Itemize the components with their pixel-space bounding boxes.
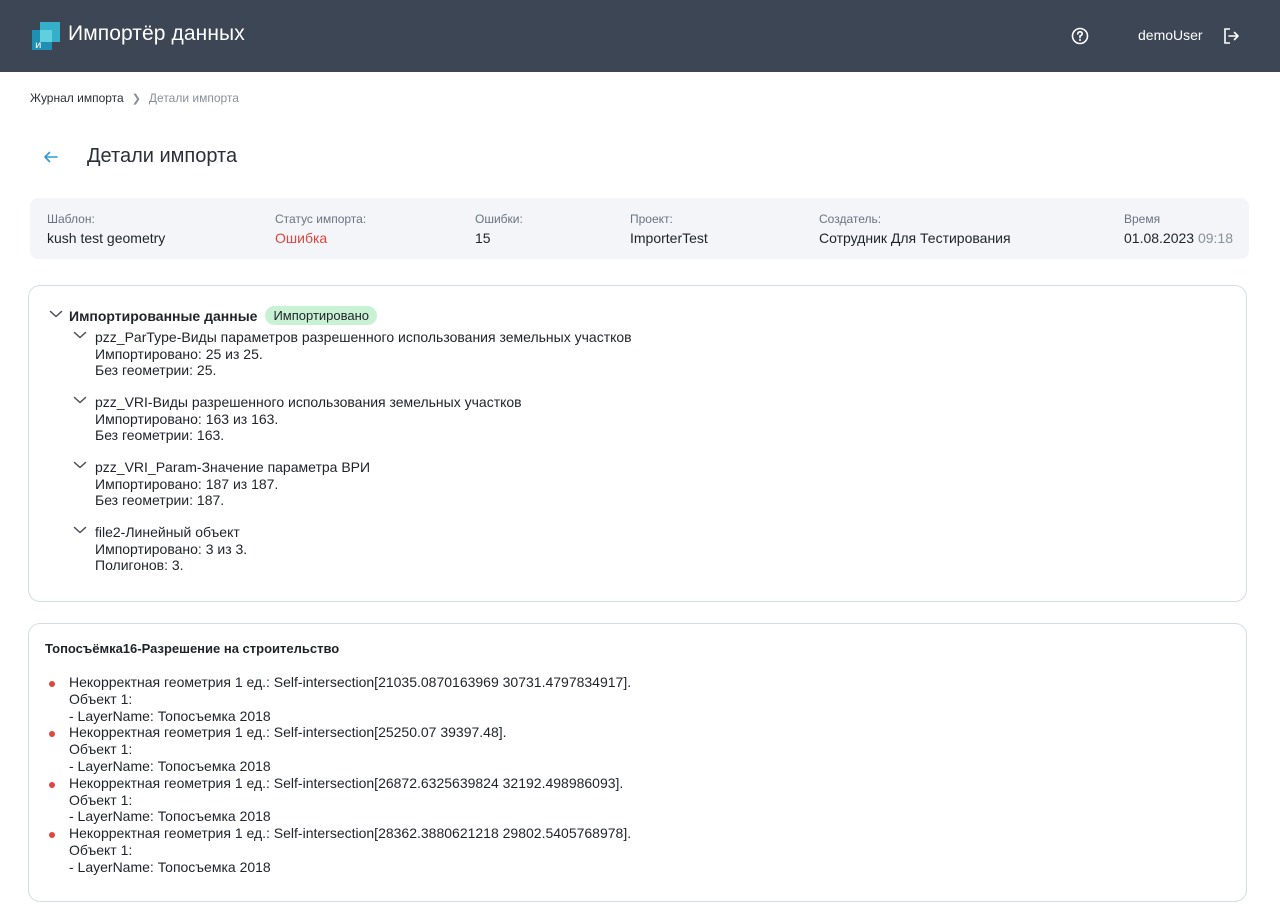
import-group-title: pzz_ParType-Виды параметров разрешенного… [95,329,632,345]
import-errors-card: Топосъёмка16-Разрешение на строительство… [28,623,1247,902]
errors-card-title: Топосъёмка16-Разрешение на строительство [45,641,340,656]
page-title: Детали импорта [87,145,238,167]
errors-field: Ошибки: 15 [475,212,523,246]
error-message: Некорректная геометрия 1 ед.: Self-inter… [69,825,632,842]
error-message: Некорректная геометрия 1 ед.: Self-inter… [69,774,624,791]
creator-label: Создатель: [819,212,882,226]
error-layer: - LayerName: Топосъемка 2018 [69,858,271,875]
error-object: Объект 1: [69,690,133,707]
error-layer: - LayerName: Топосъемка 2018 [69,808,271,825]
error-object: Объект 1: [69,741,133,758]
time-date: 01.08.2023 [1124,230,1195,246]
creator-field: Создатель: Сотрудник Для Тестирования [819,212,1011,246]
import-group-geometry: Без геометрии: 163. [95,427,225,443]
project-field: Проект: ImporterTest [630,212,708,246]
error-message: Некорректная геометрия 1 ед.: Self-inter… [69,724,507,741]
import-group-imported: Импортировано: 187 из 187. [95,475,279,492]
breadcrumb-current: Детали импорта [148,91,239,105]
import-group-imported: Импортировано: 163 из 163. [95,410,279,427]
import-group-geometry: Без геометрии: 187. [95,492,225,508]
import-group-title: pzz_VRI_Param-Значение параметра ВРИ [95,459,371,475]
time-label: Время [1124,212,1161,226]
error-layer: - LayerName: Топосъемка 2018 [69,757,271,774]
chevron-down-icon[interactable] [73,395,87,405]
logout-icon[interactable] [1222,27,1240,45]
error-item: Некорректная геометрия 1 ед.: Self-inter… [48,674,632,724]
import-group: pzz_ParType-Виды параметров разрешенного… [95,329,632,379]
imported-title: Импортированные данные [69,307,258,324]
import-group: file2-Линейный объект Импортировано: 3 и… [95,524,247,574]
template-value: kush test geometry [47,230,166,246]
error-message: Некорректная геометрия 1 ед.: Self-inter… [69,674,632,690]
project-value: ImporterTest [630,230,708,246]
question-circle-icon[interactable] [1071,27,1089,45]
template-field: Шаблон: kush test geometry [47,212,165,246]
error-layer: - LayerName: Топосъемка 2018 [69,707,271,724]
chevron-right-icon: ❯ [131,92,141,105]
svg-text:и: и [35,40,42,51]
breadcrumb-import-log[interactable]: Журнал импорта [30,91,124,105]
chevron-down-icon[interactable] [73,330,87,340]
imported-header: Импортированные данные Импортировано [69,306,378,325]
import-group-title: pzz_VRI-Виды разрешенного использования … [95,394,522,410]
import-group-polygons: Полигонов: 3. [95,557,184,573]
status-value: Ошибка [275,230,328,246]
errors-list: Некорректная геометрия 1 ед.: Self-inter… [48,674,632,876]
top-bar: и Импортёр данных demoUser [0,0,1280,72]
import-group-imported: Импортировано: 25 из 25. [95,345,263,362]
error-object: Объект 1: [69,791,133,808]
errors-value: 15 [475,230,491,246]
import-group-title: file2-Линейный объект [95,524,240,540]
error-item: Некорректная геометрия 1 ед.: Self-inter… [48,724,631,774]
imported-badge: Импортировано [265,306,378,325]
imported-data-card: Импортированные данные Импортировано pzz… [28,285,1247,602]
import-group-imported: Импортировано: 3 из 3. [95,540,248,557]
template-label: Шаблон: [47,212,95,226]
app-logo-icon[interactable]: и [30,20,62,52]
back-arrow-icon[interactable] [42,148,60,166]
import-group: pzz_VRI-Виды разрешенного использования … [95,394,522,444]
chevron-down-icon[interactable] [73,525,87,535]
creator-value: Сотрудник Для Тестирования [819,230,1011,246]
chevron-down-icon[interactable] [49,309,63,319]
time-clock: 09:18 [1197,230,1234,246]
time-field: Время 01.08.2023 09:18 [1124,212,1233,246]
import-group-geometry: Без геометрии: 25. [95,362,217,378]
chevron-down-icon[interactable] [73,460,87,470]
status-field: Статус импорта: Ошибка [275,212,366,246]
time-value: 01.08.2023 09:18 [1124,230,1233,246]
username[interactable]: demoUser [1138,27,1203,43]
status-label: Статус импорта: [275,212,367,226]
errors-label: Ошибки: [475,212,523,226]
breadcrumb: Журнал импорта ❯ Детали импорта [30,91,239,105]
error-item: Некорректная геометрия 1 ед.: Self-inter… [48,825,632,875]
import-group: pzz_VRI_Param-Значение параметра ВРИ Имп… [95,459,370,509]
import-info-panel: Шаблон: kush test geometry Статус импорт… [30,198,1249,259]
project-label: Проект: [630,212,673,226]
error-object: Объект 1: [69,841,133,858]
error-item: Некорректная геометрия 1 ед.: Self-inter… [48,774,631,825]
app-title: Импортёр данных [68,22,245,45]
